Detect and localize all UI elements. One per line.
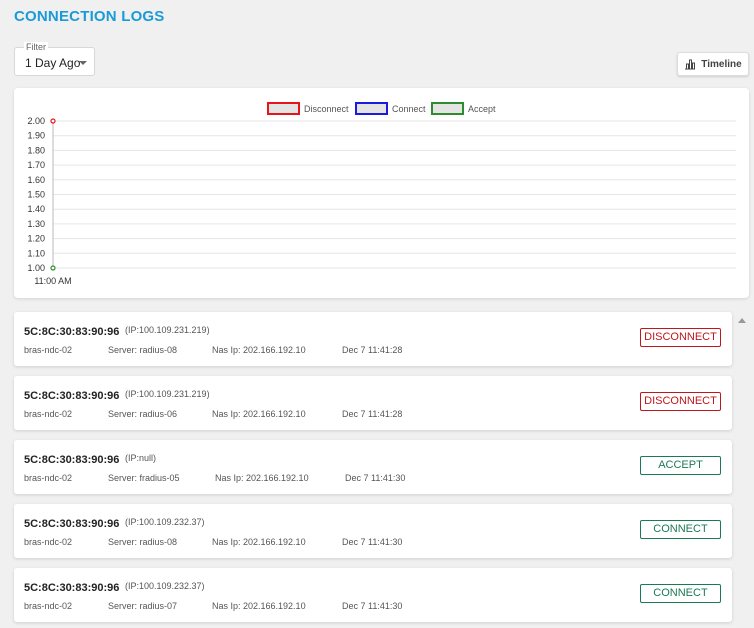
- log-entry: 5C:8C:30:83:90:96 (IP:100.109.231.219) bra…: [14, 376, 732, 430]
- log-host: bras-ndc-02: [24, 473, 73, 483]
- log-mac-address: 5C:8C:30:83:90:96: [24, 454, 120, 466]
- log-mac-address: 5C:8C:30:83:90:96: [24, 326, 120, 338]
- timeline-button-label: Timeline: [701, 58, 742, 70]
- y-tick-label: 1.00: [27, 263, 45, 273]
- log-time: Dec 7 11:41:30: [342, 601, 403, 611]
- status-disconnect-button[interactable]: DISCONNECT: [640, 328, 721, 347]
- filter-label: Filter: [24, 42, 48, 52]
- log-server: Server: fradius-05: [108, 473, 180, 483]
- log-server: Server: radius-08: [108, 345, 178, 355]
- y-tick-label: 1.70: [27, 160, 45, 170]
- legend-swatch-accept: [431, 102, 464, 115]
- status-disconnect-button[interactable]: DISCONNECT: [640, 392, 721, 411]
- log-entry: 5C:8C:30:83:90:96 (IP:100.109.231.219) bra…: [14, 312, 732, 366]
- log-server: Server: radius-06: [108, 409, 178, 419]
- log-time: Dec 7 11:41:28: [342, 345, 403, 355]
- page-title: CONNECTION LOGS: [14, 8, 165, 25]
- log-time: Dec 7 11:41:30: [345, 473, 406, 483]
- scroll-up-icon[interactable]: [738, 318, 746, 323]
- log-server: Server: radius-07: [108, 601, 178, 611]
- y-tick-label: 1.80: [27, 145, 45, 155]
- y-tick-label: 1.90: [27, 131, 45, 141]
- legend-label-accept: Accept: [468, 104, 496, 114]
- legend-swatch-disconnect: [267, 102, 300, 115]
- y-tick-label: 1.10: [27, 248, 45, 258]
- log-host: bras-ndc-02: [24, 537, 73, 547]
- y-tick-label: 1.50: [27, 190, 45, 200]
- log-host: bras-ndc-02: [24, 601, 73, 611]
- log-nas-ip: Nas Ip: 202.166.192.10: [212, 409, 306, 419]
- chart-svg: Disconnect Connect Accept 2.00 1.90 1.80 1.70 1…: [27, 102, 736, 286]
- caret-down-icon: [79, 61, 87, 65]
- y-tick-label: 1.60: [27, 175, 45, 185]
- log-host: bras-ndc-02: [24, 345, 73, 355]
- log-entry: 5C:8C:30:83:90:96 (IP:100.109.232.37) bras…: [14, 504, 732, 558]
- timeline-button[interactable]: Timeline: [677, 52, 749, 76]
- log-host: bras-ndc-02: [24, 409, 73, 419]
- y-tick-label: 1.30: [27, 219, 45, 229]
- log-entry: 5C:8C:30:83:90:96 (IP:100.109.232.37) bras…: [14, 568, 732, 622]
- log-nas-ip: Nas Ip: 202.166.192.10: [212, 345, 306, 355]
- filter-dropdown[interactable]: Filter 1 Day Ago: [14, 42, 95, 76]
- bar-chart-icon: [685, 59, 696, 69]
- log-ip-address: (IP:100.109.231.219): [125, 325, 210, 335]
- status-connect-button[interactable]: CONNECT: [640, 584, 721, 603]
- log-server: Server: radius-08: [108, 537, 178, 547]
- status-connect-button[interactable]: CONNECT: [640, 520, 721, 539]
- log-mac-address: 5C:8C:30:83:90:96: [24, 390, 120, 402]
- x-tick-label: 11:00 AM: [34, 276, 71, 286]
- y-tick-label: 1.20: [27, 234, 45, 244]
- log-nas-ip: Nas Ip: 202.166.192.10: [215, 473, 309, 483]
- log-ip-address: (IP:100.109.232.37): [125, 581, 205, 591]
- legend-label-connect: Connect: [392, 104, 426, 114]
- log-nas-ip: Nas Ip: 202.166.192.10: [212, 537, 306, 547]
- data-point-disconnect: [50, 118, 56, 124]
- log-time: Dec 7 11:41:28: [342, 409, 403, 419]
- filter-value: 1 Day Ago: [25, 56, 81, 70]
- status-accept-button[interactable]: ACCEPT: [640, 456, 721, 475]
- log-ip-address: (IP:100.109.231.219): [125, 389, 210, 399]
- data-point-accept: [50, 265, 56, 271]
- y-tick-label: 1.40: [27, 204, 45, 214]
- legend-swatch-connect: [355, 102, 388, 115]
- log-time: Dec 7 11:41:30: [342, 537, 403, 547]
- log-ip-address: (IP:100.109.232.37): [125, 517, 205, 527]
- log-mac-address: 5C:8C:30:83:90:96: [24, 582, 120, 594]
- log-ip-address: (IP:null): [125, 453, 157, 463]
- log-nas-ip: Nas Ip: 202.166.192.10: [212, 601, 306, 611]
- connection-chart: Disconnect Connect Accept 2.00 1.90 1.80 1.70 1…: [14, 88, 749, 298]
- log-entry: 5C:8C:30:83:90:96 (IP:null) bras-ndc-02 Ser…: [14, 440, 732, 494]
- log-mac-address: 5C:8C:30:83:90:96: [24, 518, 120, 530]
- legend-label-disconnect: Disconnect: [304, 104, 349, 114]
- y-tick-label: 2.00: [27, 116, 45, 126]
